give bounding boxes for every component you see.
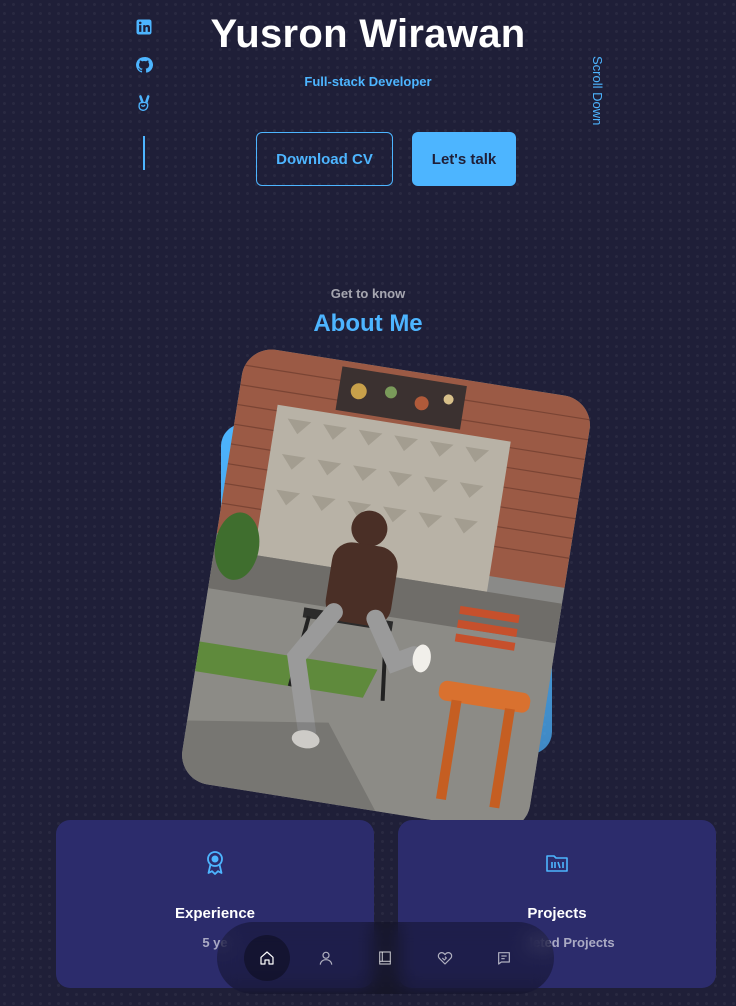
bottom-nav (217, 922, 554, 994)
lets-talk-button[interactable]: Let's talk (412, 132, 516, 186)
angellist-icon[interactable] (135, 94, 153, 112)
nav-about[interactable] (303, 935, 349, 981)
nav-services[interactable] (422, 935, 468, 981)
message-icon (498, 952, 511, 965)
scroll-down-link[interactable]: Scroll Down (590, 56, 605, 125)
nav-home[interactable] (243, 935, 290, 981)
home-icon (260, 951, 274, 965)
award-icon (207, 851, 223, 875)
nav-experience[interactable] (362, 935, 408, 981)
experience-title: Experience (174, 905, 256, 922)
folder-icon (546, 855, 568, 872)
download-cv-button[interactable]: Download CV (256, 132, 393, 186)
hero-name: Yusron Wirawan (210, 12, 526, 56)
book-icon (379, 951, 392, 965)
about-title: About Me (313, 310, 423, 337)
projects-title: Projects (527, 905, 587, 922)
hero-role: Full-stack Developer (304, 74, 432, 89)
social-divider-line (143, 136, 145, 170)
profile-photo-illustration (177, 345, 595, 835)
nav-contact[interactable] (481, 935, 527, 981)
profile-photo (177, 345, 595, 835)
user-icon (319, 951, 333, 965)
github-icon[interactable] (135, 56, 153, 74)
heart-handshake-icon (437, 952, 453, 965)
about-eyebrow: Get to know (330, 286, 406, 301)
